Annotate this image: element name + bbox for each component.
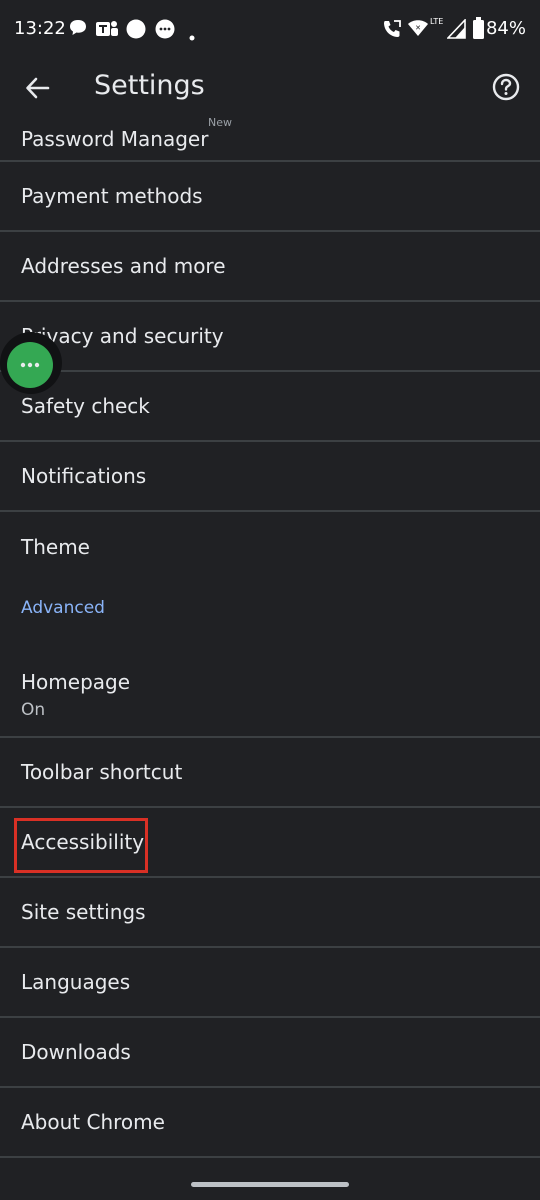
more-dots-icon (7, 342, 53, 388)
settings-item-accessibility[interactable]: Accessibility (0, 808, 540, 878)
settings-item-label: Homepage (21, 670, 131, 694)
settings-item-homepage[interactable]: Homepage On (0, 648, 540, 738)
settings-item-theme[interactable]: Theme (0, 512, 540, 582)
settings-item-label: Accessibility (21, 830, 145, 854)
settings-item-label: Toolbar shortcut (21, 760, 183, 784)
settings-item-languages[interactable]: Languages (0, 948, 540, 1018)
settings-item-label: Payment methods (21, 184, 203, 208)
arrow-back-icon (26, 77, 50, 99)
status-bar: 13:22 ✕ LTE 84% (0, 0, 540, 58)
settings-item-payment-methods[interactable]: Payment methods (0, 162, 540, 232)
section-header-label: Advanced (21, 598, 105, 618)
settings-item-downloads[interactable]: Downloads (0, 1018, 540, 1088)
settings-item-privacy-security[interactable]: Privacy and security (0, 302, 540, 372)
settings-item-label: Site settings (21, 900, 146, 924)
signal-icon (446, 17, 467, 43)
settings-item-addresses[interactable]: Addresses and more (0, 232, 540, 302)
settings-item-label: Password Manager (21, 127, 209, 151)
dot-icon (189, 26, 195, 45)
help-icon (492, 73, 520, 101)
messages-icon (154, 18, 176, 44)
page-title: Settings (94, 70, 205, 101)
status-time: 13:22 (14, 18, 66, 39)
settings-item-notifications[interactable]: Notifications (0, 442, 540, 512)
settings-item-label: About Chrome (21, 1110, 165, 1134)
circle-notification-icon (125, 18, 147, 44)
section-header-advanced: Advanced (0, 582, 540, 648)
battery-icon (473, 17, 484, 43)
settings-item-site-settings[interactable]: Site settings (0, 878, 540, 948)
settings-item-label: Theme (21, 535, 90, 559)
settings-item-label: Safety check (21, 394, 150, 418)
settings-item-subtitle: On (21, 700, 46, 720)
settings-item-safety-check[interactable]: Safety check (0, 372, 540, 442)
floating-chat-bubble[interactable] (0, 332, 62, 394)
settings-item-label: Notifications (21, 464, 147, 488)
app-toolbar: Settings (0, 58, 540, 118)
wifi-calling-icon (381, 18, 403, 44)
settings-list: Password Manager New Payment methods Add… (0, 90, 540, 1158)
back-button[interactable] (16, 66, 60, 110)
teams-icon (95, 18, 119, 44)
settings-item-toolbar-shortcut[interactable]: Toolbar shortcut (0, 738, 540, 808)
help-button[interactable] (486, 67, 526, 107)
battery-percentage: 84% (485, 18, 526, 39)
network-type-label: LTE (430, 17, 444, 26)
settings-item-about-chrome[interactable]: About Chrome (0, 1088, 540, 1158)
wifi-icon: ✕ (407, 18, 429, 42)
chat-bubble-icon (68, 18, 88, 42)
gesture-nav-handle[interactable] (191, 1182, 349, 1187)
svg-text:✕: ✕ (415, 24, 421, 32)
settings-item-label: Downloads (21, 1040, 131, 1064)
settings-item-label: Languages (21, 970, 131, 994)
settings-item-label: Addresses and more (21, 254, 226, 278)
